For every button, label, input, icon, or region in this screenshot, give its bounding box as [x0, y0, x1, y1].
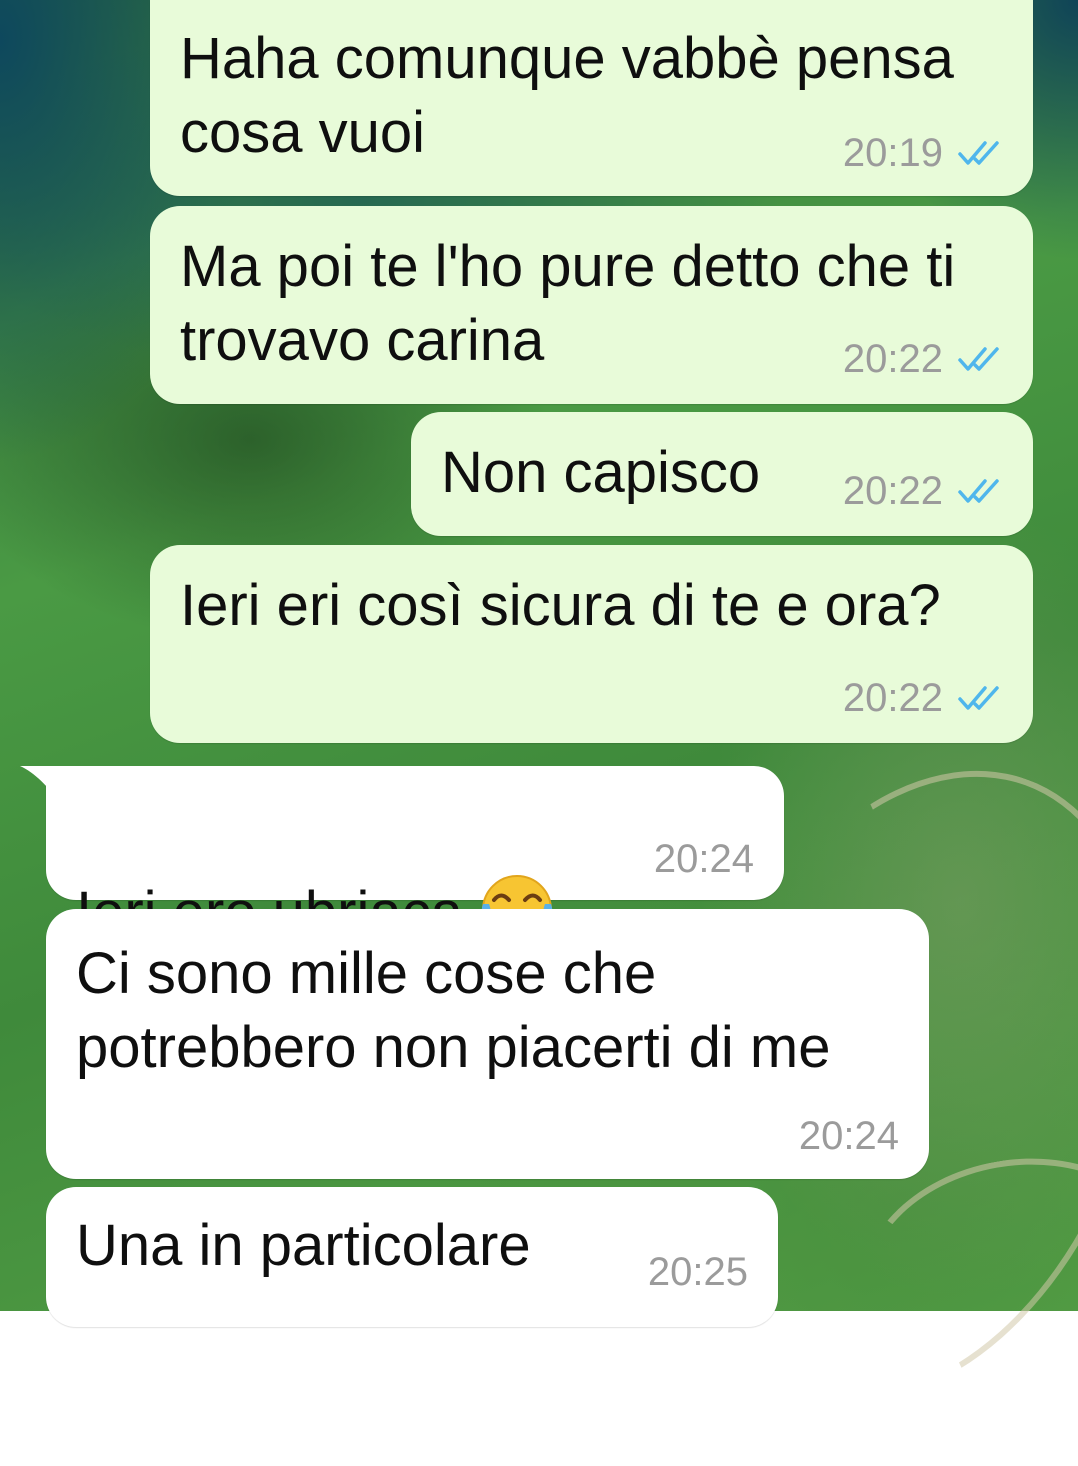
message-meta: 20:24 [799, 1113, 899, 1159]
double-check-read-icon [958, 141, 999, 165]
outgoing-message-bubble[interactable]: Non capisco 20:22 [411, 412, 1033, 536]
double-check-read-icon [958, 686, 999, 710]
message-meta: 20:22 [843, 675, 1003, 721]
incoming-message-bubble[interactable]: Una in particolare 20:25 [46, 1187, 778, 1327]
message-meta: 20:22 [843, 336, 1003, 382]
message-meta: 20:25 [648, 1249, 748, 1295]
message-text: Haha comunque vabbè pensa cosa vuoi [180, 26, 954, 165]
message-time: 20:19 [842, 131, 943, 175]
message-time: 20:24 [653, 837, 754, 881]
message-text: Ci sono mille cose che potrebbero non pi… [76, 941, 831, 1080]
message-time: 20:25 [647, 1250, 748, 1294]
message-time: 20:24 [798, 1114, 899, 1158]
message-text: Ieri eri così sicura di te e ora? [180, 573, 941, 638]
incoming-message-bubble[interactable]: Ieri ero ubriaca 20:24 [20, 766, 784, 945]
message-meta: 20:22 [843, 468, 1003, 514]
outgoing-message-bubble[interactable]: Ieri eri così sicura di te e ora? 20:22 [150, 545, 1033, 743]
double-check-read-icon [958, 479, 999, 503]
message-text: Ma poi te l'ho pure detto che ti trovavo… [180, 234, 956, 373]
double-check-read-icon [958, 347, 999, 371]
message-time: 20:22 [842, 337, 943, 381]
message-time: 20:22 [842, 469, 943, 513]
outgoing-message-bubble[interactable]: Ma poi te l'ho pure detto che ti trovavo… [150, 206, 1033, 404]
message-meta: 20:24 [654, 836, 754, 882]
message-meta: 20:19 [843, 130, 1003, 176]
bubble-tail [20, 766, 60, 804]
message-time: 20:22 [842, 676, 943, 720]
outgoing-message-bubble[interactable]: Haha comunque vabbè pensa cosa vuoi 20:1… [150, 0, 1033, 196]
message-text: Non capisco [441, 440, 761, 505]
incoming-message-bubble[interactable]: Ci sono mille cose che potrebbero non pi… [46, 909, 929, 1179]
message-text: Una in particolare [76, 1213, 531, 1278]
